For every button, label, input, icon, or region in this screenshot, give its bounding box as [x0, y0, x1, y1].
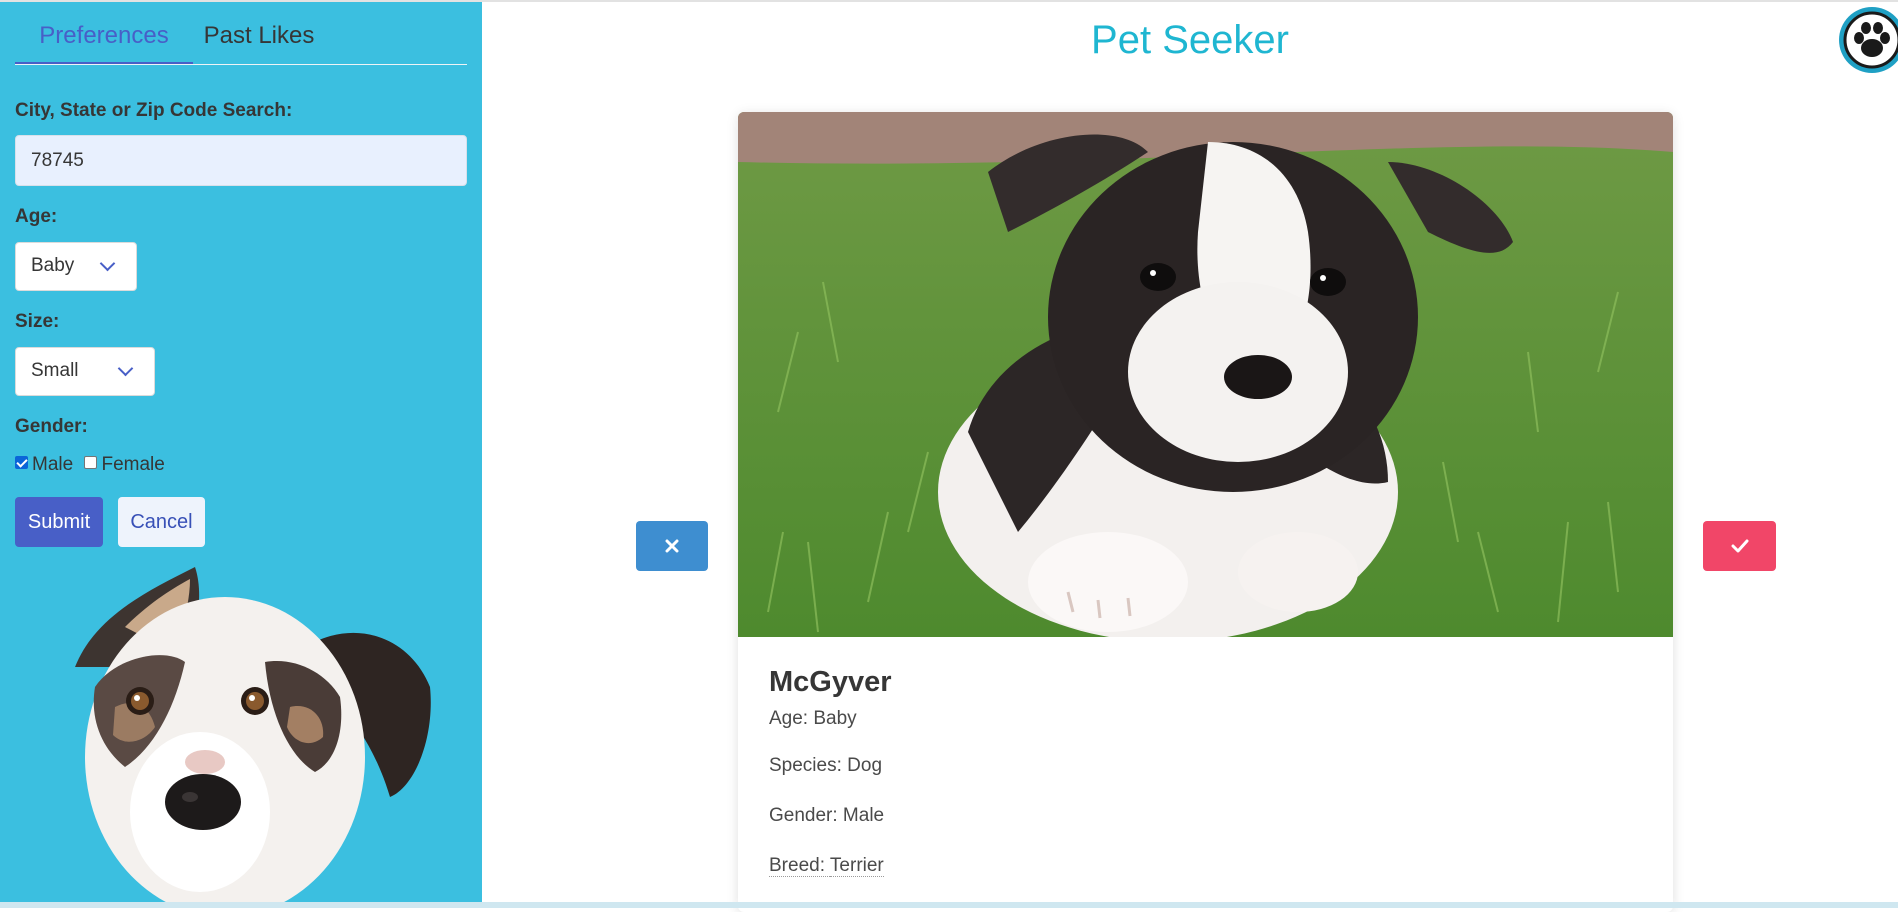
tab-preferences[interactable]: Preferences [15, 20, 193, 64]
chevron-down-icon [117, 360, 134, 377]
paw-logo-icon[interactable] [1836, 4, 1898, 76]
search-label: City, State or Zip Code Search: [15, 100, 293, 121]
tab-past-likes[interactable]: Past Likes [193, 20, 325, 64]
pet-breed: Breed: Terrier [769, 855, 884, 877]
male-checkbox-label: Male [32, 454, 74, 475]
submit-button[interactable]: Submit [15, 497, 103, 547]
age-select[interactable]: Baby [15, 242, 137, 291]
sidebar-tabs: Preferences Past Likes [15, 2, 467, 65]
cancel-button[interactable]: Cancel [118, 497, 205, 547]
check-icon [1731, 539, 1748, 553]
pet-species: Species: Dog [769, 755, 883, 776]
x-icon [665, 539, 679, 553]
pet-card: McGyver Age: Baby Species: Dog Gender: M… [738, 112, 1673, 912]
pet-photo [738, 112, 1673, 637]
male-checkbox[interactable] [15, 456, 28, 469]
pet-name: McGyver [769, 666, 892, 698]
age-select-value: Baby [31, 255, 75, 276]
location-search-input[interactable] [15, 135, 467, 186]
page-title: Pet Seeker [1091, 18, 1289, 62]
age-label: Age: [15, 206, 58, 227]
pet-breed-value: Terrier [829, 855, 884, 877]
reject-button[interactable] [636, 521, 708, 571]
like-button[interactable] [1703, 521, 1776, 571]
size-select-value: Small [31, 360, 79, 381]
horizontal-scrollbar[interactable] [0, 902, 1898, 908]
size-select[interactable]: Small [15, 347, 155, 396]
pet-age: Age: Baby [769, 708, 857, 729]
dog-illustration [75, 567, 431, 902]
pet-breed-prefix: Breed: [769, 855, 830, 877]
preferences-sidebar: Preferences Past Likes City, State or Zi… [0, 2, 482, 902]
chevron-down-icon [99, 255, 116, 272]
female-checkbox[interactable] [84, 456, 98, 469]
gender-label: Gender: [15, 416, 88, 437]
gender-options: Male Female [15, 454, 165, 476]
size-label: Size: [15, 311, 60, 332]
pet-gender: Gender: Male [769, 805, 885, 826]
female-checkbox-label: Female [101, 454, 165, 475]
